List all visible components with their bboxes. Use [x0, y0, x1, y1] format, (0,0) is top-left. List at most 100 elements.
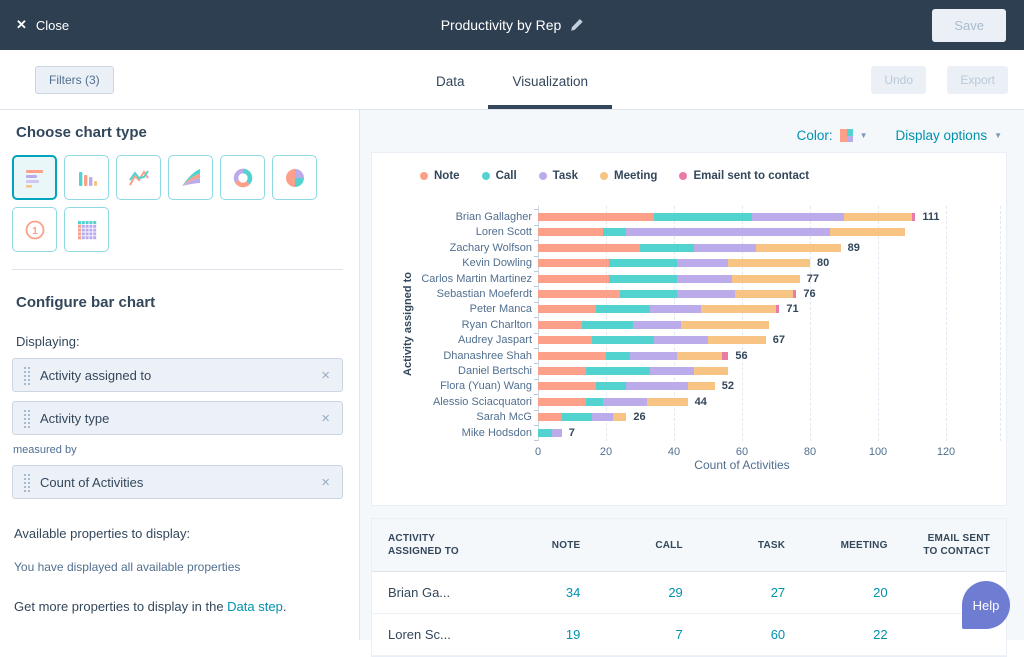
bar-segment-note[interactable]: [538, 275, 609, 283]
close-button[interactable]: ✕ Close: [16, 17, 69, 33]
display-options-dropdown[interactable]: Display options ▼: [896, 128, 1002, 143]
bar-segment-call[interactable]: [592, 336, 653, 344]
table-cell-value[interactable]: 19: [494, 614, 596, 656]
chart-type-table[interactable]: [64, 207, 109, 252]
value-link[interactable]: 27: [771, 585, 785, 600]
bar-segment-meeting[interactable]: [701, 305, 776, 313]
bar-segment-meeting[interactable]: [613, 413, 627, 421]
bar-segment-call[interactable]: [586, 398, 603, 406]
table-cell-value[interactable]: 60: [699, 614, 801, 656]
bar-segment-meeting[interactable]: [830, 228, 905, 236]
bar-segment-note[interactable]: [538, 321, 582, 329]
bar-segment-task[interactable]: [654, 336, 708, 344]
bar-segment-task[interactable]: [626, 228, 830, 236]
bar-segment-meeting[interactable]: [681, 321, 769, 329]
bar-segment-task[interactable]: [677, 259, 728, 267]
bar-segment-task[interactable]: [694, 244, 755, 252]
table-cell-value[interactable]: 34: [494, 572, 596, 614]
bar-segment-email-sent-to-contact[interactable]: [776, 305, 779, 313]
bar-segment-email-sent-to-contact[interactable]: [793, 290, 796, 298]
chart-type-line[interactable]: [116, 155, 161, 200]
bar-segment-meeting[interactable]: [694, 367, 728, 375]
bar-segment-email-sent-to-contact[interactable]: [722, 352, 729, 360]
chart-type-vertical-bar[interactable]: [64, 155, 109, 200]
chart-type-area[interactable]: [168, 155, 213, 200]
bar-segment-note[interactable]: [538, 382, 596, 390]
table-cell-value[interactable]: 7: [596, 614, 698, 656]
bar-segment-call[interactable]: [609, 259, 677, 267]
bar-segment-call[interactable]: [586, 367, 651, 375]
dimension-pill-activity-type[interactable]: Activity type ×: [12, 401, 343, 435]
bar-segment-note[interactable]: [538, 398, 586, 406]
export-button[interactable]: Export: [947, 66, 1008, 94]
chart-type-horizontal-bar[interactable]: [12, 155, 57, 200]
bar-segment-note[interactable]: [538, 259, 609, 267]
bar-segment-task[interactable]: [633, 321, 681, 329]
bar-segment-note[interactable]: [538, 228, 603, 236]
bar-segment-call[interactable]: [606, 352, 630, 360]
chart-type-pie[interactable]: [272, 155, 317, 200]
bar-segment-note[interactable]: [538, 213, 654, 221]
table-cell-value[interactable]: 22: [801, 614, 903, 656]
bar-segment-email-sent-to-contact[interactable]: [912, 213, 915, 221]
undo-button[interactable]: Undo: [871, 66, 926, 94]
tab-data[interactable]: Data: [412, 54, 489, 109]
value-link[interactable]: 20: [873, 585, 887, 600]
remove-icon[interactable]: ×: [321, 368, 330, 383]
bar-segment-task[interactable]: [626, 382, 687, 390]
bar-segment-call[interactable]: [654, 213, 753, 221]
bar-segment-meeting[interactable]: [677, 352, 721, 360]
bar-segment-call[interactable]: [582, 321, 633, 329]
bar-segment-meeting[interactable]: [735, 290, 793, 298]
table-cell-value[interactable]: 29: [596, 572, 698, 614]
data-step-link[interactable]: Data step: [227, 599, 283, 614]
remove-icon[interactable]: ×: [321, 475, 330, 490]
bar-segment-call[interactable]: [620, 290, 678, 298]
bar-segment-task[interactable]: [630, 352, 678, 360]
bar-segment-note[interactable]: [538, 290, 620, 298]
drag-handle-icon[interactable]: [23, 366, 30, 385]
bar-segment-call[interactable]: [596, 305, 650, 313]
bar-segment-meeting[interactable]: [732, 275, 800, 283]
bar-segment-meeting[interactable]: [756, 244, 841, 252]
bar-segment-call[interactable]: [640, 244, 694, 252]
bar-segment-meeting[interactable]: [728, 259, 810, 267]
bar-segment-note[interactable]: [538, 336, 592, 344]
bar-segment-call[interactable]: [562, 413, 593, 421]
save-button[interactable]: Save: [932, 9, 1006, 42]
chart-type-kpi-number[interactable]: 1: [12, 207, 57, 252]
drag-handle-icon[interactable]: [23, 473, 30, 492]
chart-type-donut[interactable]: [220, 155, 265, 200]
remove-icon[interactable]: ×: [321, 411, 330, 426]
bar-segment-task[interactable]: [752, 213, 844, 221]
measure-pill-count-of-activities[interactable]: Count of Activities ×: [12, 465, 343, 499]
bar-segment-task[interactable]: [592, 413, 612, 421]
bar-segment-note[interactable]: [538, 352, 606, 360]
bar-segment-meeting[interactable]: [647, 398, 688, 406]
bar-segment-note[interactable]: [538, 367, 586, 375]
bar-segment-task[interactable]: [552, 429, 562, 437]
dimension-pill-activity-assigned-to[interactable]: Activity assigned to ×: [12, 358, 343, 392]
bar-segment-task[interactable]: [650, 367, 694, 375]
bar-segment-meeting[interactable]: [708, 336, 766, 344]
bar-segment-call[interactable]: [596, 382, 627, 390]
bar-segment-call[interactable]: [609, 275, 677, 283]
help-button[interactable]: Help: [962, 581, 1010, 629]
tab-visualization[interactable]: Visualization: [488, 54, 612, 109]
value-link[interactable]: 29: [668, 585, 682, 600]
table-cell-value[interactable]: 27: [699, 572, 801, 614]
bar-segment-meeting[interactable]: [844, 213, 912, 221]
bar-segment-task[interactable]: [677, 275, 731, 283]
bar-segment-note[interactable]: [538, 413, 562, 421]
bar-segment-task[interactable]: [603, 398, 647, 406]
bar-segment-call[interactable]: [538, 429, 552, 437]
bar-segment-task[interactable]: [650, 305, 701, 313]
table-cell-value[interactable]: 20: [801, 572, 903, 614]
bar-segment-call[interactable]: [603, 228, 627, 236]
bar-segment-note[interactable]: [538, 244, 640, 252]
drag-handle-icon[interactable]: [23, 409, 30, 428]
bar-segment-meeting[interactable]: [688, 382, 715, 390]
edit-pencil-icon[interactable]: [569, 18, 583, 32]
color-dropdown[interactable]: Color: ▼: [797, 128, 868, 143]
value-link[interactable]: 34: [566, 585, 580, 600]
